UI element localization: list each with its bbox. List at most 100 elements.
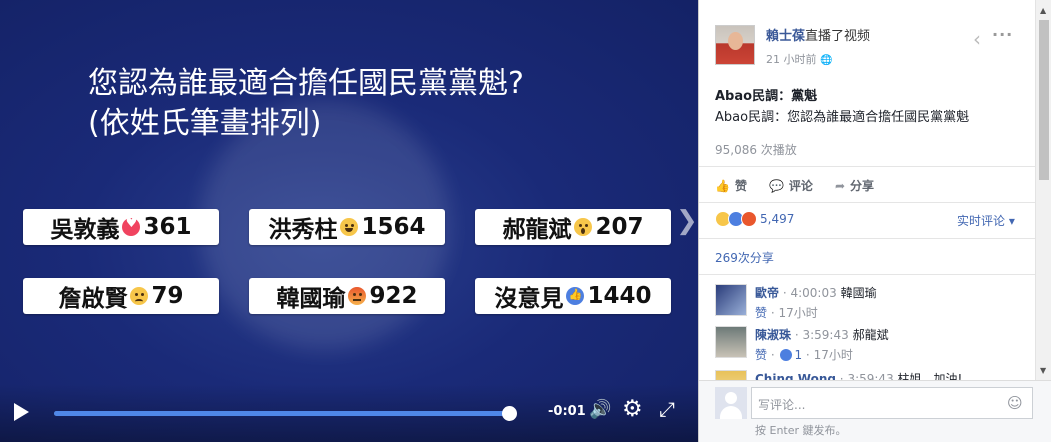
candidate-card: 洪秀柱 1564 [249,209,445,245]
divider [699,238,1035,239]
candidate-name: 韓國瑜 [276,286,346,312]
scroll-up-arrow-icon[interactable]: ▲ [1040,6,1046,15]
thumbs-up-icon: 👍 [715,179,730,193]
scrollbar-thumb[interactable] [1039,20,1049,180]
candidate-name: 沒意見 [494,286,564,312]
share-count[interactable]: 269次分享 [715,249,774,266]
candidate-card: 詹啟賢 79 [23,278,219,314]
comment-input[interactable]: 写评论... [751,387,1033,419]
comment-button[interactable]: 💬 评论 [769,177,813,194]
candidate-count: 1564 [361,214,426,240]
post-header: 賴士葆直播了视频 [766,25,870,44]
scroll-down-arrow-icon[interactable]: ▼ [1040,366,1046,375]
candidate-card: 吳敦義 361 [23,209,219,245]
globe-icon: 🌐 [820,55,833,66]
chevron-left-icon[interactable]: ‹ [973,27,981,51]
divider [699,166,1035,167]
poll-question-line2: (依姓氏筆畫排列) [88,106,322,141]
like-button[interactable]: 👍 赞 [715,177,747,194]
avatar[interactable] [715,326,747,358]
comment-body: 陳淑珠 · 3:59:43 郝龍斌 [755,326,889,343]
candidate-name: 詹啟賢 [58,286,128,312]
like-reaction-icon [566,287,585,305]
share-label: 分享 [850,179,875,193]
like-label: 赞 [734,179,747,193]
avatar[interactable] [715,284,747,316]
play-count: 95,086 次播放 [715,143,797,157]
candidate-count: 79 [151,283,184,309]
post-action: 直播了视频 [805,29,871,44]
post-actions: 👍 赞 💬 评论 ➦ 分享 [715,177,874,194]
gear-icon[interactable]: ⚙ [622,396,643,422]
candidate-count: 1440 [587,283,652,309]
author-name[interactable]: 賴士葆 [766,29,805,44]
scrollbar[interactable]: ▲ ▼ [1035,0,1051,380]
comment-author[interactable]: 歐帝 [755,286,779,300]
post-title: Abao民調：黨魁 [715,89,818,104]
comment-time: 3:59:43 [802,328,849,342]
share-icon: ➦ [834,179,845,193]
candidate-count: 207 [595,214,644,240]
video-player[interactable]: 您認為誰最適合擔任國民黨黨魁? (依姓氏筆畫排列) 吳敦義 361 洪秀柱 15… [0,0,698,442]
live-comments-dropdown[interactable]: 实时评论 ▾ [957,212,1015,229]
divider [699,274,1035,275]
candidate-count: 361 [143,214,192,240]
haha-reaction-icon [340,218,359,236]
enter-hint: 按 Enter 鍵发布。 [755,424,847,437]
caret-down-icon: ▾ [1005,214,1015,228]
candidate-name: 吳敦義 [50,217,120,243]
post-time-text: 21 小时前 [766,53,817,66]
share-button[interactable]: ➦ 分享 [835,177,874,194]
progress-fill [54,411,510,416]
avatar[interactable] [715,25,755,65]
comment-author[interactable]: 陳淑珠 [755,328,791,342]
poll-question: 您認為誰最適合擔任國民黨黨魁? (依姓氏筆畫排列) [88,64,524,144]
time-remaining: -0:01 [548,404,586,419]
emoji-icon[interactable]: ☺ [1007,394,1023,412]
poll-question-line1: 您認為誰最適合擔任國民黨黨魁? [88,66,524,101]
candidate-name: 洪秀柱 [268,217,338,243]
chevron-right-icon[interactable]: ❯ [676,206,698,236]
fullscreen-icon[interactable]: ⤢ [659,397,675,421]
comment-meta: 赞 · 1 · 17小时 [755,348,853,362]
comment-text: 韓國瑜 [840,286,877,300]
post-time[interactable]: 21 小时前 🌐 [766,51,832,67]
angry-reaction-icon [348,287,367,305]
comment-meta: 赞 · 17小时 [755,306,818,320]
comment-icon: 💬 [768,179,784,193]
heart-reaction-icon [122,216,141,236]
video-controls: -0:01 🔊 ⚙ ⤢ [0,384,698,442]
divider [699,202,1035,203]
comment-timestamp[interactable]: · 3:59:43 [795,328,849,342]
candidate-card: 韓國瑜 922 [249,278,445,314]
sad-reaction-icon [130,287,149,305]
post-text: Abao民調：您認為誰最適合擔任國民黨黨魁 [715,110,970,125]
progress-handle[interactable] [502,406,518,421]
post-panel: 賴士葆直播了视频 21 小时前 🌐 ‹ ··· Abao民調：黨魁 Abao民調… [698,0,1051,442]
comment-time: 4:00:03 [790,286,837,300]
comment-body: 歐帝 · 4:00:03 韓國瑜 [755,284,877,301]
angry-reaction-icon [741,211,757,227]
reaction-count: 5,497 [760,212,795,226]
candidate-card: 沒意見 1440 [475,278,671,314]
avatar [715,387,747,419]
play-icon[interactable] [14,403,29,421]
candidate-count: 922 [369,283,418,309]
volume-icon[interactable]: 🔊 [589,399,611,420]
wow-reaction-icon [574,218,593,236]
like-reaction-icon [780,349,793,361]
candidate-card: 郝龍斌 207 [475,209,671,245]
more-options-icon[interactable]: ··· [992,25,1013,44]
comment-age: 17小时 [813,348,853,362]
comment-text: 郝龍斌 [852,328,889,342]
reaction-summary[interactable]: 5,497 [715,211,794,227]
comment-label: 评论 [788,179,813,193]
live-comments-label: 实时评论 [957,214,1006,228]
comment-timestamp[interactable]: · 4:00:03 [783,286,837,300]
comment-composer: 写评论... ☺ 按 Enter 鍵发布。 [699,380,1051,442]
comment-like-button[interactable]: 赞 [755,348,767,362]
comment-like-count[interactable]: 1 [794,348,802,362]
progress-bar[interactable] [54,406,518,421]
comment-like-button[interactable]: 赞 [755,306,767,320]
comment-age: 17小时 [778,306,818,320]
